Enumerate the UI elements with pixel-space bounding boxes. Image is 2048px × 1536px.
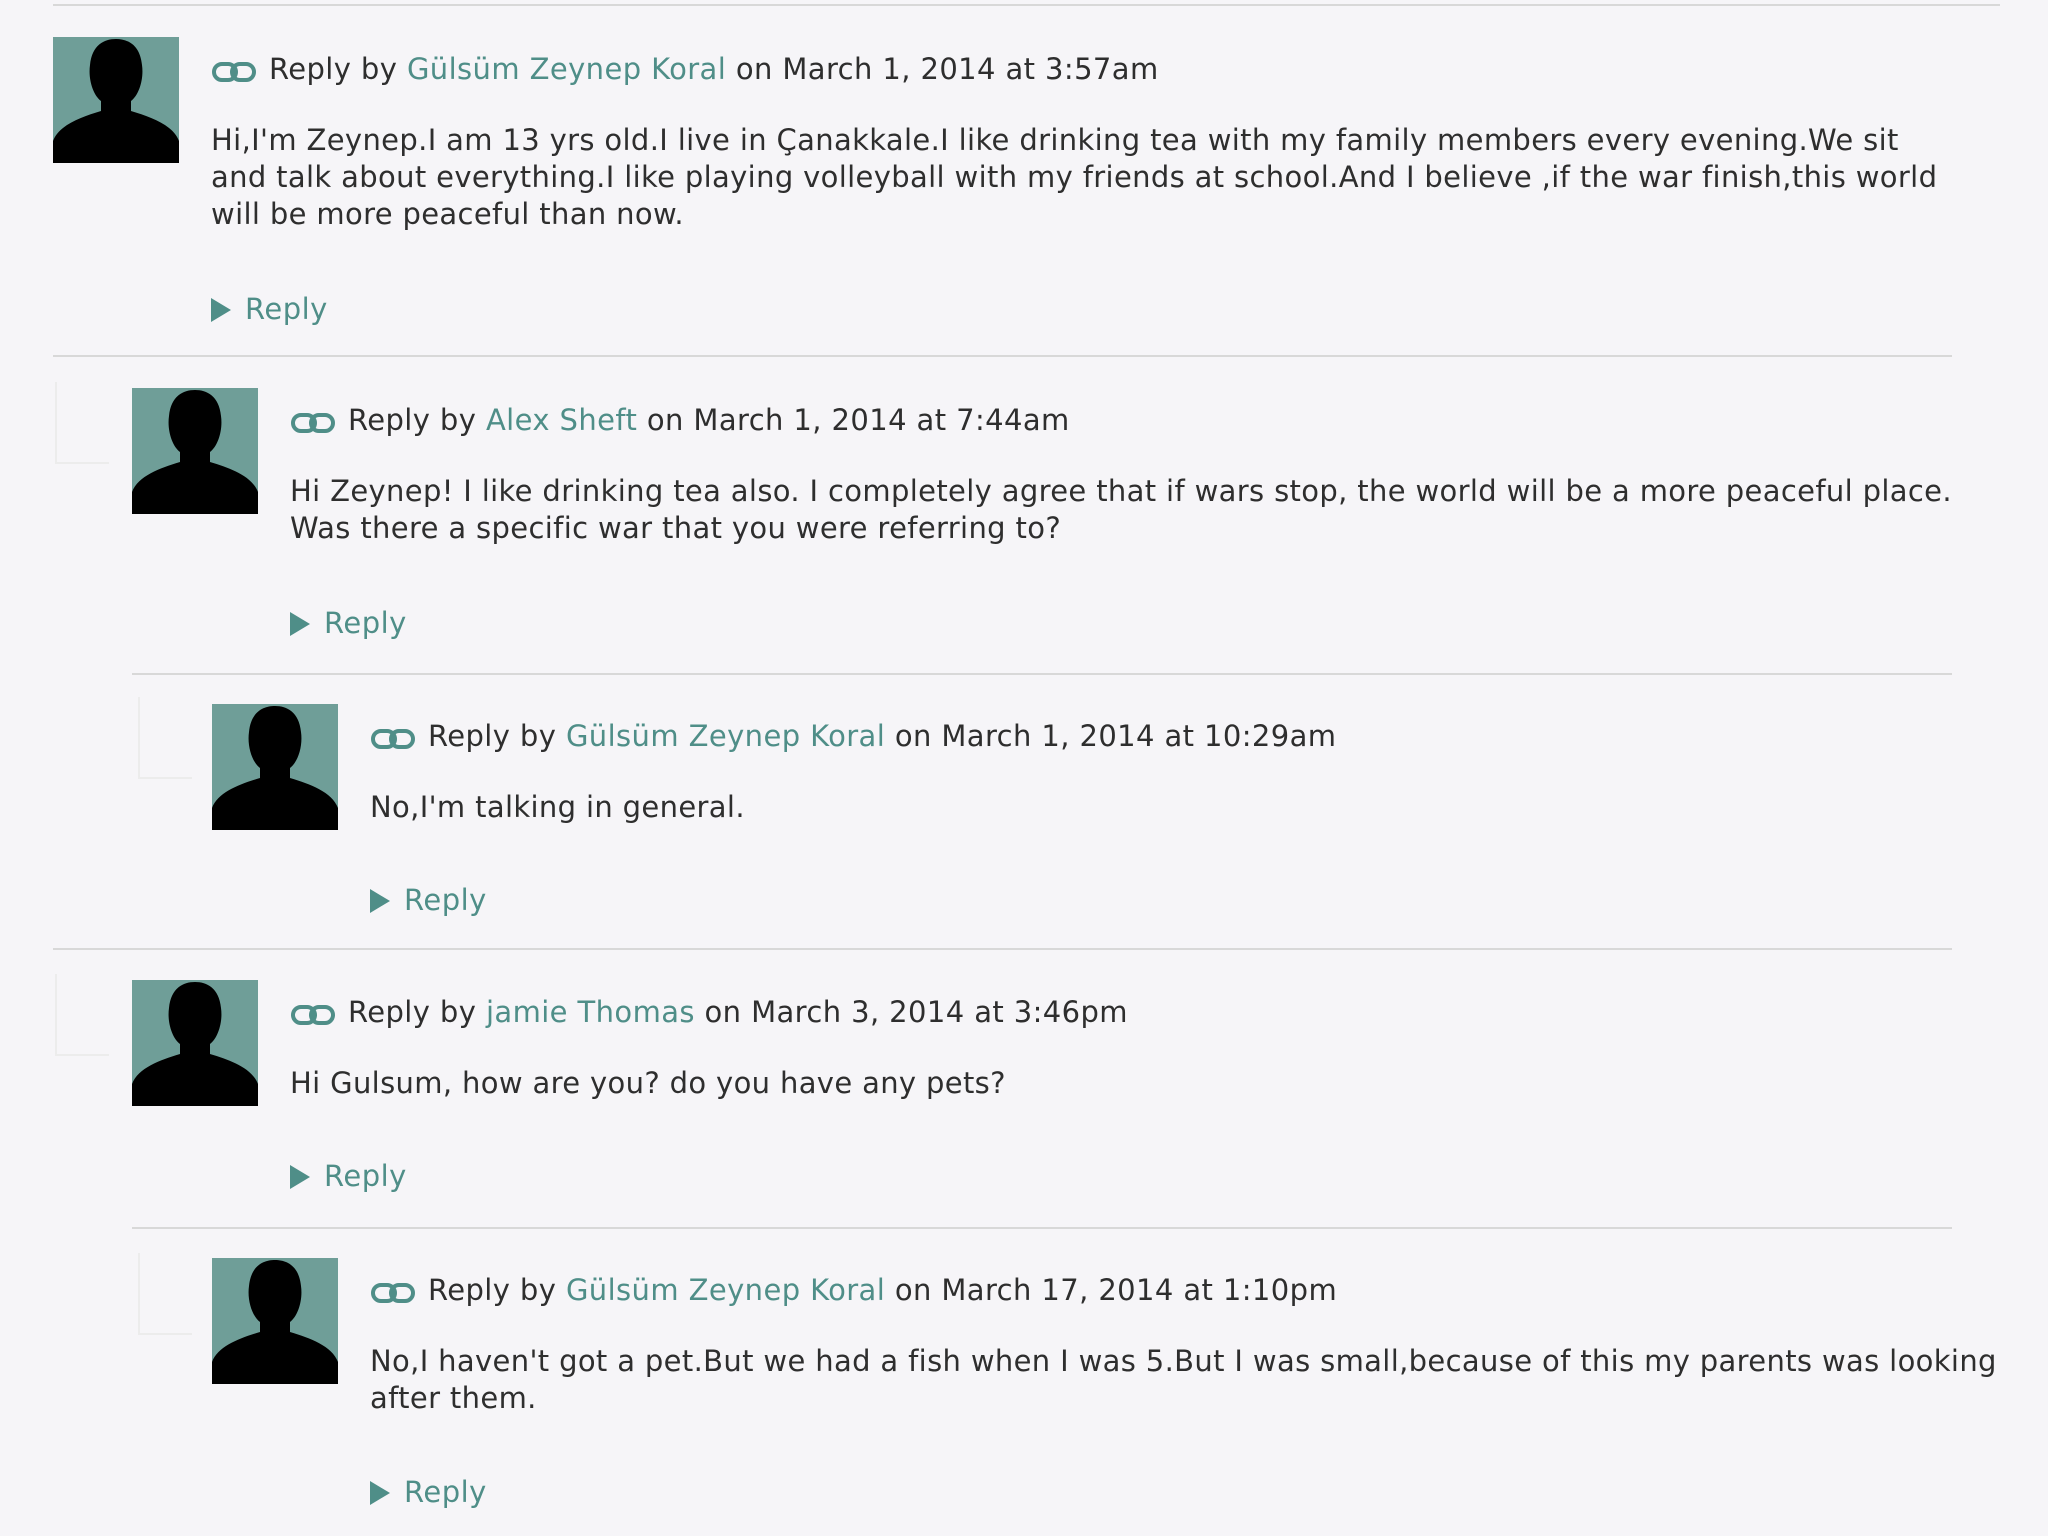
play-arrow-icon bbox=[290, 1165, 310, 1189]
avatar[interactable] bbox=[212, 1258, 338, 1384]
play-arrow-icon bbox=[290, 612, 310, 636]
reply-button[interactable]: Reply bbox=[211, 289, 328, 329]
reply-button[interactable]: Reply bbox=[290, 603, 407, 643]
reply-button[interactable]: Reply bbox=[370, 1472, 487, 1512]
avatar[interactable] bbox=[132, 980, 258, 1106]
link-icon[interactable] bbox=[211, 53, 257, 93]
comment-date: on March 1, 2014 at 10:29am bbox=[894, 719, 1337, 753]
divider bbox=[53, 355, 1952, 357]
reply-button[interactable]: Reply bbox=[370, 880, 487, 920]
thread-connector bbox=[138, 697, 192, 779]
play-arrow-icon bbox=[370, 889, 390, 913]
comment-body: Hi Zeynep! I like drinking tea also. I c… bbox=[290, 474, 1952, 545]
reply-by-label: Reply by bbox=[428, 1273, 557, 1307]
reply-by-label: Reply by bbox=[428, 719, 557, 753]
comment-meta: Reply by Gülsüm Zeynep Koral on March 1,… bbox=[370, 716, 1336, 760]
play-arrow-icon bbox=[370, 1481, 390, 1505]
link-icon[interactable] bbox=[370, 1274, 416, 1314]
divider bbox=[53, 948, 1952, 950]
reply-button[interactable]: Reply bbox=[290, 1156, 407, 1196]
comment-date: on March 1, 2014 at 3:57am bbox=[735, 52, 1159, 86]
comment-body: No,I'm talking in general. bbox=[370, 790, 745, 824]
link-icon[interactable] bbox=[290, 404, 336, 444]
divider bbox=[132, 1227, 1952, 1229]
comment: Reply by jamie Thomas on March 3, 2014 a… bbox=[132, 980, 2000, 1230]
comment-meta: Reply by jamie Thomas on March 3, 2014 a… bbox=[290, 992, 1128, 1036]
comment-date: on March 3, 2014 at 3:46pm bbox=[704, 995, 1128, 1029]
author-link[interactable]: Alex Sheft bbox=[486, 403, 637, 437]
comment-body: Hi Gulsum, how are you? do you have any … bbox=[290, 1066, 1006, 1100]
comment: Reply by Gülsüm Zeynep Koral on March 17… bbox=[212, 1258, 2000, 1536]
reply-by-label: Reply by bbox=[348, 403, 477, 437]
reply-label: Reply bbox=[324, 606, 407, 640]
thread-connector bbox=[55, 382, 109, 464]
comment-date: on March 1, 2014 at 7:44am bbox=[646, 403, 1070, 437]
reply-label: Reply bbox=[404, 883, 487, 917]
comment: Reply by Gülsüm Zeynep Koral on March 1,… bbox=[53, 37, 2000, 357]
play-arrow-icon bbox=[211, 298, 231, 322]
divider bbox=[132, 673, 1952, 675]
reply-label: Reply bbox=[245, 292, 328, 326]
divider bbox=[53, 4, 2000, 6]
comment-body: Hi,I'm Zeynep.I am 13 yrs old.I live in … bbox=[211, 123, 1938, 231]
comment-body: No,I haven't got a pet.But we had a fish… bbox=[370, 1344, 1997, 1415]
comment-thread: Reply by Gülsüm Zeynep Koral on March 1,… bbox=[0, 0, 2048, 1536]
link-icon[interactable] bbox=[370, 720, 416, 760]
avatar[interactable] bbox=[132, 388, 258, 514]
reply-by-label: Reply by bbox=[269, 52, 398, 86]
reply-label: Reply bbox=[324, 1159, 407, 1193]
comment-meta: Reply by Gülsüm Zeynep Koral on March 17… bbox=[370, 1270, 1337, 1314]
link-icon[interactable] bbox=[290, 996, 336, 1036]
comment-meta: Reply by Gülsüm Zeynep Koral on March 1,… bbox=[211, 49, 1159, 93]
avatar[interactable] bbox=[212, 704, 338, 830]
comment: Reply by Alex Sheft on March 1, 2014 at … bbox=[132, 388, 2000, 678]
author-link[interactable]: Gülsüm Zeynep Koral bbox=[566, 1273, 885, 1307]
author-link[interactable]: Gülsüm Zeynep Koral bbox=[407, 52, 726, 86]
reply-by-label: Reply by bbox=[348, 995, 477, 1029]
thread-connector bbox=[138, 1253, 192, 1335]
comment-meta: Reply by Alex Sheft on March 1, 2014 at … bbox=[290, 400, 1070, 444]
author-link[interactable]: jamie Thomas bbox=[486, 995, 695, 1029]
comment-date: on March 17, 2014 at 1:10pm bbox=[894, 1273, 1338, 1307]
thread-connector bbox=[55, 974, 109, 1056]
comment: Reply by Gülsüm Zeynep Koral on March 1,… bbox=[53, 704, 2000, 950]
reply-label: Reply bbox=[404, 1475, 487, 1509]
author-link[interactable]: Gülsüm Zeynep Koral bbox=[566, 719, 885, 753]
avatar[interactable] bbox=[53, 37, 179, 163]
